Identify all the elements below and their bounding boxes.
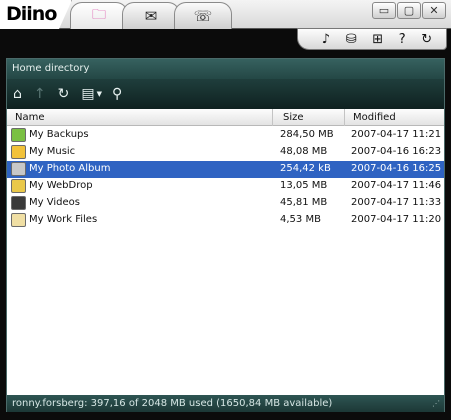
file-modified: 2007-04-17 11:33 [351, 197, 442, 208]
file-toolbar: ⌂ ↑ ↻ ▤ ▼ ⚲ [7, 79, 444, 109]
file-name: My Music [29, 146, 76, 157]
column-headers: Name Size Modified [7, 109, 444, 126]
logo-text: Diino [6, 3, 57, 25]
tab-mail[interactable]: ✉ [122, 2, 180, 29]
tools-row: ♪ ⛁ ⊞ ? ↻ [0, 28, 451, 51]
file-row[interactable]: My Photo Album 254,42 kB 2007-04-16 16:25 [7, 161, 444, 178]
file-size: 4,53 MB [280, 214, 321, 225]
diino-logo: Diino [0, 0, 72, 29]
file-row[interactable]: My WebDrop 13,05 MB 2007-04-17 11:46 [7, 178, 444, 195]
window-controls: ▭ ▢ ✕ [372, 2, 446, 19]
file-modified: 2007-04-16 16:25 [351, 163, 442, 174]
close-icon: ✕ [429, 4, 439, 17]
file-size: 254,42 kB [280, 163, 331, 174]
refresh-icon[interactable]: ↻ [58, 87, 70, 101]
tab-files[interactable]: 🗀 [70, 2, 128, 29]
tab-phone[interactable]: ☏ [174, 2, 232, 29]
file-row[interactable]: My Videos 45,81 MB 2007-04-17 11:33 [7, 195, 444, 212]
file-name: My Work Files [29, 214, 98, 225]
add-icon[interactable]: ⊞ [372, 33, 383, 46]
mail-icon: ✉ [144, 7, 158, 25]
file-size: 284,50 MB [280, 129, 334, 140]
panel-title: Home directory [7, 59, 444, 79]
minimize-icon: ▭ [378, 4, 390, 17]
title-bar: Diino 🗀 ✉ ☏ ▭ ▢ ✕ [0, 0, 451, 29]
music-note-icon[interactable]: ♪ [322, 33, 330, 46]
file-browser-panel: Home directory ⌂ ↑ ↻ ▤ ▼ ⚲ Name Size Mod… [6, 58, 445, 412]
phone-icon: ☏ [193, 7, 213, 25]
file-name: My Backups [29, 129, 89, 140]
search-icon[interactable]: ⚲ [112, 87, 122, 101]
file-row[interactable]: My Backups 284,50 MB 2007-04-17 11:21 [7, 127, 444, 144]
file-size: 45,81 MB [280, 197, 328, 208]
file-modified: 2007-04-16 16:23 [351, 146, 442, 157]
maximize-icon: ▢ [403, 4, 415, 17]
resize-grip-icon[interactable]: ⋰ [432, 399, 440, 408]
file-size: 13,05 MB [280, 180, 328, 191]
folder-icon: 🗀 [92, 7, 106, 23]
home-icon[interactable]: ⌂ [13, 87, 22, 101]
webdrop-folder-icon [11, 179, 26, 193]
column-header-name[interactable]: Name [11, 109, 273, 126]
app-window: Diino 🗀 ✉ ☏ ▭ ▢ ✕ ♪ ⛁ ⊞ ? ↻ Home directo… [0, 0, 451, 420]
file-name: My Photo Album [29, 163, 111, 174]
tools-panel: ♪ ⛁ ⊞ ? ↻ [297, 28, 447, 50]
video-folder-icon [11, 196, 26, 210]
file-row[interactable]: My Music 48,08 MB 2007-04-16 16:23 [7, 144, 444, 161]
status-bar: ronny.forsberg: 397,16 of 2048 MB used (… [7, 395, 444, 412]
file-modified: 2007-04-17 11:20 [351, 214, 442, 225]
help-icon[interactable]: ? [399, 33, 406, 46]
backup-folder-icon [11, 128, 26, 142]
music-folder-icon [11, 145, 26, 159]
up-icon[interactable]: ↑ [34, 87, 46, 101]
minimize-button[interactable]: ▭ [372, 2, 396, 19]
file-size: 48,08 MB [280, 146, 328, 157]
backup-icon[interactable]: ⛁ [346, 33, 357, 46]
refresh-icon[interactable]: ↻ [421, 33, 432, 46]
storage-status: ronny.forsberg: 397,16 of 2048 MB used (… [12, 398, 333, 409]
file-modified: 2007-04-17 11:46 [351, 180, 442, 191]
close-button[interactable]: ✕ [422, 2, 446, 19]
file-row[interactable]: My Work Files 4,53 MB 2007-04-17 11:20 [7, 212, 444, 229]
file-name: My WebDrop [29, 180, 93, 191]
column-header-size[interactable]: Size [279, 109, 345, 126]
column-header-modified[interactable]: Modified [349, 109, 444, 126]
view-icon[interactable]: ▤ [81, 87, 94, 101]
chevron-down-icon[interactable]: ▼ [97, 90, 102, 98]
file-modified: 2007-04-17 11:21 [351, 129, 442, 140]
maximize-button[interactable]: ▢ [397, 2, 421, 19]
work-folder-icon [11, 213, 26, 227]
file-name: My Videos [29, 197, 80, 208]
file-list: My Backups 284,50 MB 2007-04-17 11:21 My Mu… [7, 127, 444, 229]
photo-folder-icon [11, 162, 26, 176]
